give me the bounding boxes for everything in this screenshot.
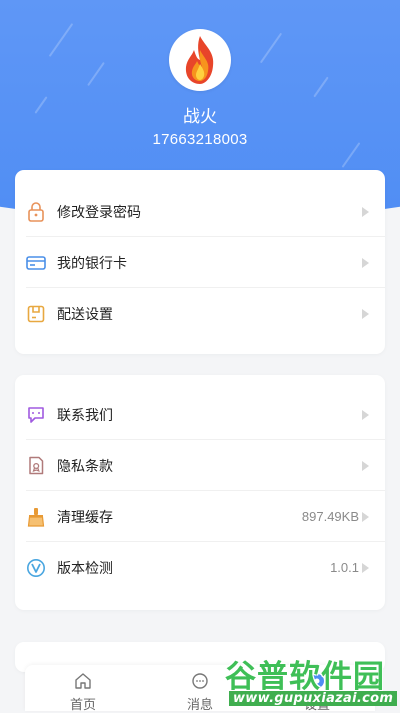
change-password-label: 修改登录密码 — [57, 203, 141, 220]
version-value: 1.0.1 — [330, 560, 359, 575]
bank-card-icon — [26, 253, 46, 273]
chevron-right-icon — [362, 409, 369, 420]
tab-home-label: 首页 — [69, 697, 96, 712]
chevron-right-icon — [362, 460, 369, 471]
tab-home[interactable]: 首页 — [25, 665, 141, 712]
change-password-row[interactable]: 修改登录密码 — [15, 186, 385, 237]
account-settings-card: 修改登录密码 我的银行卡 配送设置 — [15, 170, 385, 354]
watermark-url: www.gupuxiazai.com — [229, 691, 398, 706]
version-check-label: 版本检测 — [57, 559, 113, 576]
fire-logo-icon — [185, 36, 214, 84]
chevron-right-icon — [362, 308, 369, 319]
bank-card-row[interactable]: 我的银行卡 — [15, 237, 385, 288]
contact-us-row[interactable]: 联系我们 — [15, 389, 385, 440]
support-card: 联系我们 隐私条款 清理缓存 897.49KB 版本检测 1.0.1 — [15, 375, 385, 610]
privacy-policy-label: 隐私条款 — [57, 457, 113, 474]
chevron-right-icon — [362, 206, 369, 217]
version-check-row[interactable]: 版本检测 1.0.1 — [15, 542, 385, 593]
delivery-settings-label: 配送设置 — [57, 305, 113, 322]
clear-cache-row[interactable]: 清理缓存 897.49KB — [15, 491, 385, 542]
user-name: 战火 — [183, 107, 217, 126]
watermark-title: 谷普软件园 — [225, 659, 385, 695]
message-icon — [192, 673, 208, 689]
version-v-icon — [26, 558, 46, 578]
contact-us-label: 联系我们 — [57, 406, 113, 423]
chevron-right-icon — [362, 257, 369, 268]
document-icon — [26, 456, 46, 476]
chat-bubble-icon — [26, 405, 46, 425]
bank-card-label: 我的银行卡 — [57, 254, 127, 271]
delivery-settings-row[interactable]: 配送设置 — [15, 288, 385, 339]
user-phone: 17663218003 — [152, 131, 248, 148]
delivery-box-icon — [26, 304, 46, 324]
avatar[interactable] — [169, 29, 231, 91]
privacy-policy-row[interactable]: 隐私条款 — [15, 440, 385, 491]
watermark: 谷普软件园 www.gupuxiazai.com — [225, 651, 400, 711]
lock-icon — [26, 201, 46, 222]
home-icon — [75, 673, 91, 689]
chevron-right-icon — [362, 511, 369, 522]
cache-size-value: 897.49KB — [301, 509, 359, 524]
broom-icon — [26, 507, 46, 527]
chevron-right-icon — [362, 562, 369, 573]
clear-cache-label: 清理缓存 — [57, 508, 113, 525]
